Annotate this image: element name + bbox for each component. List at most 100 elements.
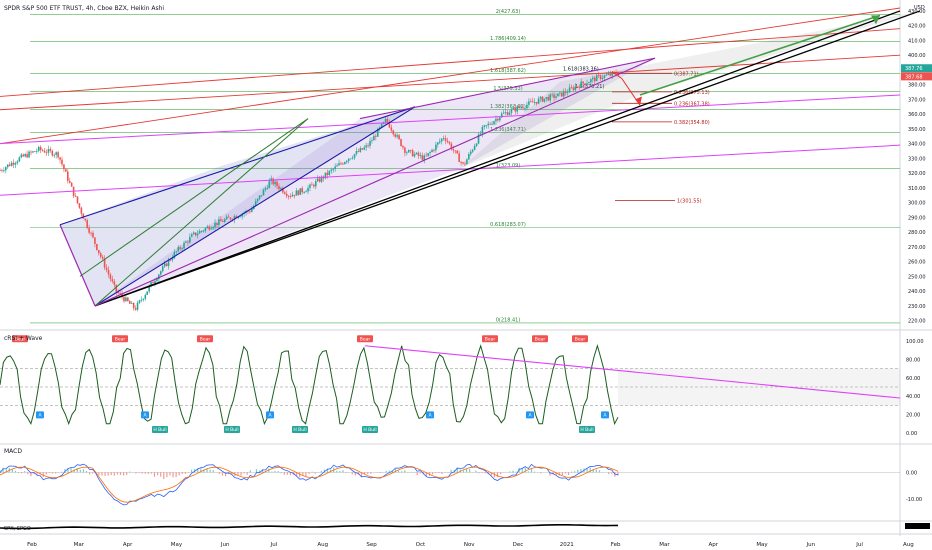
candle-body [528,101,530,105]
candle-body [524,108,526,110]
macd-histogram-bar [212,469,214,473]
macd-histogram-bar [126,472,128,475]
candle-body [88,227,90,233]
candle-body [392,130,395,135]
candle-body [6,164,9,168]
candle-body [390,127,393,131]
chart-canvas: 2(427.63)1.786(409.14)1.618(387.62)1.5(3… [0,0,932,550]
candle-body [593,77,596,82]
y-tick-label: 270.00 [908,245,926,251]
candle-body [580,81,582,88]
macd-histogram-bar [314,472,316,474]
candle-body [440,138,443,142]
candle-body [491,124,493,126]
macd-histogram-bar [527,471,529,473]
macd-histogram-bar [611,472,613,474]
candle-body [212,226,214,229]
candle-body [564,91,567,93]
y-tick-label: 310.00 [908,186,926,192]
candle-body [299,188,302,195]
candle-body [375,135,377,137]
candle-body [582,81,584,84]
macd-histogram-bar [533,471,536,473]
candle-body [572,87,575,90]
chart-title: SPDR S&P 500 ETF TRUST, 4h, Cboe BZX, He… [4,5,164,12]
candle-body [3,170,5,172]
candle-body [458,153,460,162]
macd-histogram-bar [11,469,13,473]
candle-body [260,195,263,197]
macd-histogram-bar [135,472,137,474]
candle-body [425,155,428,157]
candle-body [221,221,224,222]
candle-body [82,213,85,219]
price-badge-label: 387.76 [905,66,923,72]
candle-body [307,187,309,192]
candle-body [113,281,116,285]
candle-body [460,161,462,163]
candle-body [98,250,100,254]
candle-body [192,232,195,235]
macd-histogram-bar [385,470,387,473]
macd-histogram-bar [277,470,279,473]
candle-body [504,112,507,113]
candle-body [562,91,565,97]
macd-histogram-bar [465,468,468,473]
candle-body [493,121,495,125]
candle-body [512,107,515,110]
candle-body [411,150,414,157]
candle-body [276,181,278,187]
macd-histogram-bar [286,472,288,475]
macd-histogram-bar [398,470,400,473]
crsi-signal-label: Bear [575,336,586,342]
macd-histogram-bar [24,471,26,473]
macd-histogram-bar [92,472,94,474]
macd-histogram-bar [574,471,576,473]
candle-body [456,150,459,154]
candle-body [128,301,131,304]
macd-histogram-bar [404,470,406,473]
candle-body [109,274,112,280]
candle-body [539,96,542,99]
x-tick-label: 2021 [560,542,574,548]
candle-body [283,192,286,194]
candle-body [508,112,511,115]
candle-body [136,302,139,310]
candle-body [111,279,114,282]
macd-histogram-bar [21,472,23,474]
crsi-signal-label: H Bull [580,427,593,433]
candle-body [603,75,606,78]
macd-histogram-bar [484,472,486,474]
macd-histogram-bar [101,472,103,476]
candle-body [520,107,522,109]
candle-body [328,170,331,175]
candle-body [16,161,19,163]
candle-body [1,170,3,172]
candle-body [289,195,292,197]
candle-body [293,194,296,196]
candle-body [214,222,216,227]
candle-body [549,94,551,101]
candle-body [123,297,125,302]
candle-body [429,151,431,154]
macd-histogram-bar [175,472,177,478]
macd-histogram-bar [370,472,372,474]
candle-body [371,140,373,142]
macd-histogram-bar [339,471,341,473]
candle-body [437,142,439,145]
crsi-pane-label: cRSI + Wave [4,335,43,342]
x-tick-label: Jul [270,542,278,548]
candle-body [340,163,342,165]
candle-body [53,154,56,156]
macd-histogram-bar [416,472,418,476]
macd-histogram-bar [85,471,88,473]
macd-histogram-bar [435,472,437,474]
candle-body [444,138,447,141]
crsi-signal-label: H Bull [225,427,238,433]
macd-histogram-bar [169,472,171,476]
candle-body [369,140,371,146]
currency-label: USD [914,5,925,11]
macd-histogram-bar [515,471,517,473]
candle-body [59,157,61,160]
candle-body [239,216,242,218]
